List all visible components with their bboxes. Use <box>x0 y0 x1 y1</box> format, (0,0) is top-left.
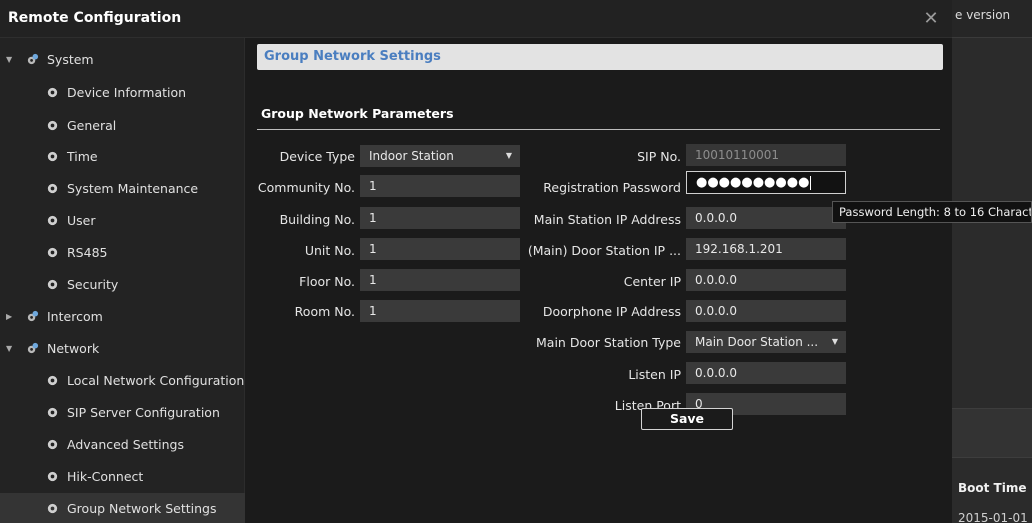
gear-icon <box>46 374 59 387</box>
doorphone-ip-label: Doorphone IP Address <box>542 304 681 319</box>
text-cursor <box>810 175 812 190</box>
tree-item-label: Hik-Connect <box>67 468 144 484</box>
unit-no-input[interactable]: 1 <box>360 238 520 260</box>
chevron-down-icon[interactable]: ▼ <box>6 344 12 353</box>
community-no-input[interactable]: 1 <box>360 175 520 197</box>
registration-password-label: Registration Password <box>543 180 681 195</box>
chevron-right-icon[interactable]: ▶ <box>6 312 12 321</box>
main-door-station-ip-input[interactable]: 192.168.1.201 <box>686 238 846 260</box>
tree-item-label: Device Information <box>67 84 187 100</box>
device-type-value: Indoor Station <box>369 149 454 163</box>
tree-item-time[interactable]: Time <box>0 141 245 171</box>
gear-icon <box>46 214 59 227</box>
tree-item-sip-server-configuration[interactable]: SIP Server Configuration <box>0 397 245 427</box>
dropdown-arrow-icon[interactable]: ▼ <box>832 331 838 353</box>
system-gear-icon <box>26 53 39 66</box>
password-length-tooltip: Password Length: 8 to 16 Characters <box>832 201 1032 223</box>
tree-item-system[interactable]: ▼ System <box>0 44 245 74</box>
gear-icon <box>46 438 59 451</box>
unit-no-label: Unit No. <box>304 243 355 258</box>
tree-item-label: System <box>47 51 94 67</box>
dialog-titlebar: Remote Configuration ✕ <box>0 0 952 38</box>
dialog-title: Remote Configuration <box>8 10 182 26</box>
community-no-label: Community No. <box>257 180 355 195</box>
main-door-station-ip-label: (Main) Door Station IP ... <box>527 243 681 258</box>
tree-item-intercom[interactable]: ▶ Intercom <box>0 301 245 331</box>
gear-icon <box>46 119 59 132</box>
params-divider <box>257 129 940 130</box>
background-app-band <box>952 408 1032 458</box>
gear-icon <box>46 278 59 291</box>
save-button[interactable]: Save <box>641 408 733 430</box>
tree-item-device-information[interactable]: Device Information <box>0 77 245 107</box>
tree-item-label: RS485 <box>67 244 108 260</box>
tree-item-label: Security <box>67 276 119 292</box>
background-app-header: e version <box>952 0 1032 38</box>
tree-item-rs485[interactable]: RS485 <box>0 237 245 267</box>
remote-configuration-dialog: Remote Configuration ✕ ▼ System Device I… <box>0 0 952 523</box>
network-gear-icon <box>26 342 39 355</box>
boot-date-value: 2015-01-01 <box>958 511 1028 523</box>
section-header-title: Group Network Settings <box>264 49 441 64</box>
main-door-station-type-value: Main Door Station ... <box>695 335 819 349</box>
tree-item-group-network-settings[interactable]: Group Network Settings <box>0 493 245 523</box>
gear-icon <box>46 150 59 163</box>
registration-password-input[interactable]: ●●●●●●●●●● <box>686 171 846 194</box>
building-no-input[interactable]: 1 <box>360 207 520 229</box>
tree-item-label: Network <box>47 340 100 356</box>
tree-item-label: General <box>67 117 117 133</box>
version-column-label: e version <box>955 8 1011 22</box>
password-dots: ●●●●●●●●●● <box>696 175 810 190</box>
device-type-select[interactable]: Indoor Station ▼ <box>360 145 520 167</box>
sip-no-label: SIP No. <box>637 149 681 164</box>
center-ip-input[interactable]: 0.0.0.0 <box>686 269 846 291</box>
intercom-gear-icon <box>26 310 39 323</box>
main-content: Group Network Settings Group Network Par… <box>245 38 952 523</box>
tree-item-label: Group Network Settings <box>67 500 217 516</box>
main-station-ip-label: Main Station IP Address <box>533 212 681 227</box>
main-station-ip-input[interactable]: 0.0.0.0 <box>686 207 846 229</box>
tree-item-advanced-settings[interactable]: Advanced Settings <box>0 429 245 459</box>
main-door-station-type-select[interactable]: Main Door Station ... ▼ <box>686 331 846 353</box>
tree-item-network[interactable]: ▼ Network <box>0 333 245 363</box>
tree-item-label: SIP Server Configuration <box>67 404 220 420</box>
gear-icon <box>46 470 59 483</box>
gear-icon <box>46 246 59 259</box>
gear-icon <box>46 406 59 419</box>
gear-icon <box>46 86 59 99</box>
room-no-label: Room No. <box>294 304 355 319</box>
tree-item-label: System Maintenance <box>67 180 199 196</box>
tree-item-local-network-configuration[interactable]: Local Network Configuration <box>0 365 245 395</box>
main-door-station-type-label: Main Door Station Type <box>536 335 681 350</box>
close-icon[interactable]: ✕ <box>922 10 940 28</box>
listen-ip-label: Listen IP <box>628 367 681 382</box>
doorphone-ip-input[interactable]: 0.0.0.0 <box>686 300 846 322</box>
listen-ip-input[interactable]: 0.0.0.0 <box>686 362 846 384</box>
floor-no-label: Floor No. <box>299 274 355 289</box>
sip-no-input[interactable]: 10010110001 <box>686 144 846 166</box>
gear-icon <box>46 182 59 195</box>
device-type-label: Device Type <box>279 149 355 164</box>
tree-item-hik-connect[interactable]: Hik-Connect <box>0 461 245 491</box>
config-tree-sidebar: ▼ System Device Information General Time… <box>0 38 245 523</box>
tree-item-label: Time <box>67 148 98 164</box>
tree-item-system-maintenance[interactable]: System Maintenance <box>0 173 245 203</box>
building-no-label: Building No. <box>279 212 355 227</box>
background-app-panel: e version Boot Time 2015-01-01 <box>952 0 1032 523</box>
center-ip-label: Center IP <box>623 274 681 289</box>
params-title: Group Network Parameters <box>261 106 454 121</box>
tree-item-label: User <box>67 212 96 228</box>
section-header: Group Network Settings <box>257 44 943 70</box>
chevron-down-icon[interactable]: ▼ <box>6 55 12 64</box>
boot-time-label: Boot Time <box>958 481 1027 495</box>
tree-item-security[interactable]: Security <box>0 269 245 299</box>
tree-item-label: Intercom <box>47 308 103 324</box>
room-no-input[interactable]: 1 <box>360 300 520 322</box>
tree-item-label: Advanced Settings <box>67 436 184 452</box>
tree-item-label: Local Network Configuration <box>67 372 245 388</box>
tree-item-user[interactable]: User <box>0 205 245 235</box>
tree-item-general[interactable]: General <box>0 110 245 140</box>
gear-icon <box>46 502 59 515</box>
floor-no-input[interactable]: 1 <box>360 269 520 291</box>
